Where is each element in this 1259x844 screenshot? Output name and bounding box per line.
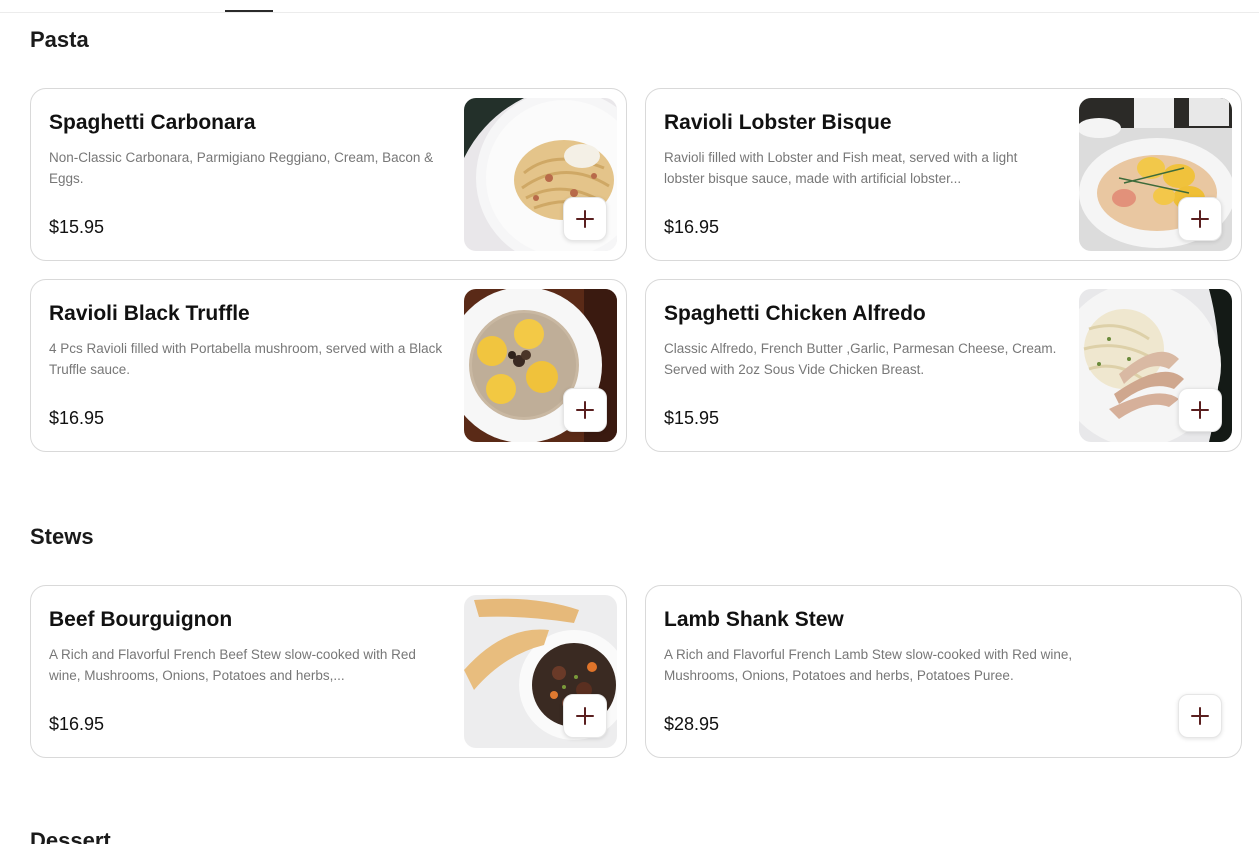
- menu-item-card[interactable]: Beef Bourguignon A Rich and Flavorful Fr…: [30, 585, 627, 758]
- add-to-cart-button[interactable]: [563, 388, 607, 432]
- add-to-cart-button[interactable]: [563, 197, 607, 241]
- menu-item-price: $16.95: [49, 408, 105, 428]
- plus-icon: [576, 707, 594, 725]
- menu-item-name: Spaghetti Carbonara: [49, 111, 256, 134]
- plus-icon: [1191, 210, 1209, 228]
- menu-item-price: $15.95: [664, 408, 720, 428]
- menu-item-description: A Rich and Flavorful French Lamb Stew sl…: [664, 647, 1073, 683]
- menu-item-price: $15.95: [49, 217, 105, 237]
- menu-item-name: Ravioli Black Truffle: [49, 302, 250, 325]
- add-to-cart-button[interactable]: [563, 694, 607, 738]
- plus-icon: [1191, 707, 1209, 725]
- menu-item-description: 4 Pcs Ravioli filled with Portabella mus…: [49, 341, 443, 377]
- category-nav-divider: [0, 12, 1259, 13]
- menu-item-description: Classic Alfredo, French Butter ,Garlic, …: [664, 341, 1057, 377]
- menu-item-price: $28.95: [664, 714, 720, 734]
- plus-icon: [1191, 401, 1209, 419]
- section-title-stews: Stews: [30, 524, 94, 549]
- add-to-cart-button[interactable]: [1178, 388, 1222, 432]
- menu-item-description: Ravioli filled with Lobster and Fish mea…: [664, 150, 1018, 186]
- active-category-tab-indicator: [225, 10, 273, 12]
- menu-item-name: Lamb Shank Stew: [664, 608, 844, 631]
- menu-item-description: Non-Classic Carbonara, Parmigiano Reggia…: [49, 150, 434, 186]
- menu-item-price: $16.95: [49, 714, 105, 734]
- menu-item-name: Spaghetti Chicken Alfredo: [664, 302, 926, 325]
- menu-item-price: $16.95: [664, 217, 720, 237]
- plus-icon: [576, 210, 594, 228]
- add-to-cart-button[interactable]: [1178, 197, 1222, 241]
- menu-item-card[interactable]: Lamb Shank Stew A Rich and Flavorful Fre…: [645, 585, 1242, 758]
- menu-item-name: Beef Bourguignon: [49, 608, 233, 631]
- menu-item-card[interactable]: Ravioli Black Truffle 4 Pcs Ravioli fill…: [30, 279, 627, 452]
- add-to-cart-button[interactable]: [1178, 694, 1222, 738]
- menu-item-card[interactable]: Spaghetti Carbonara Non-Classic Carbonar…: [30, 88, 627, 261]
- section-title-pasta: Pasta: [30, 27, 89, 52]
- menu-item-card[interactable]: Spaghetti Chicken Alfredo Classic Alfred…: [645, 279, 1242, 452]
- menu-item-description: A Rich and Flavorful French Beef Stew sl…: [49, 647, 416, 683]
- plus-icon: [576, 401, 594, 419]
- menu-item-card[interactable]: Ravioli Lobster Bisque Ravioli filled wi…: [645, 88, 1242, 261]
- section-title-dessert: Dessert: [30, 828, 111, 844]
- menu-item-name: Ravioli Lobster Bisque: [664, 111, 892, 134]
